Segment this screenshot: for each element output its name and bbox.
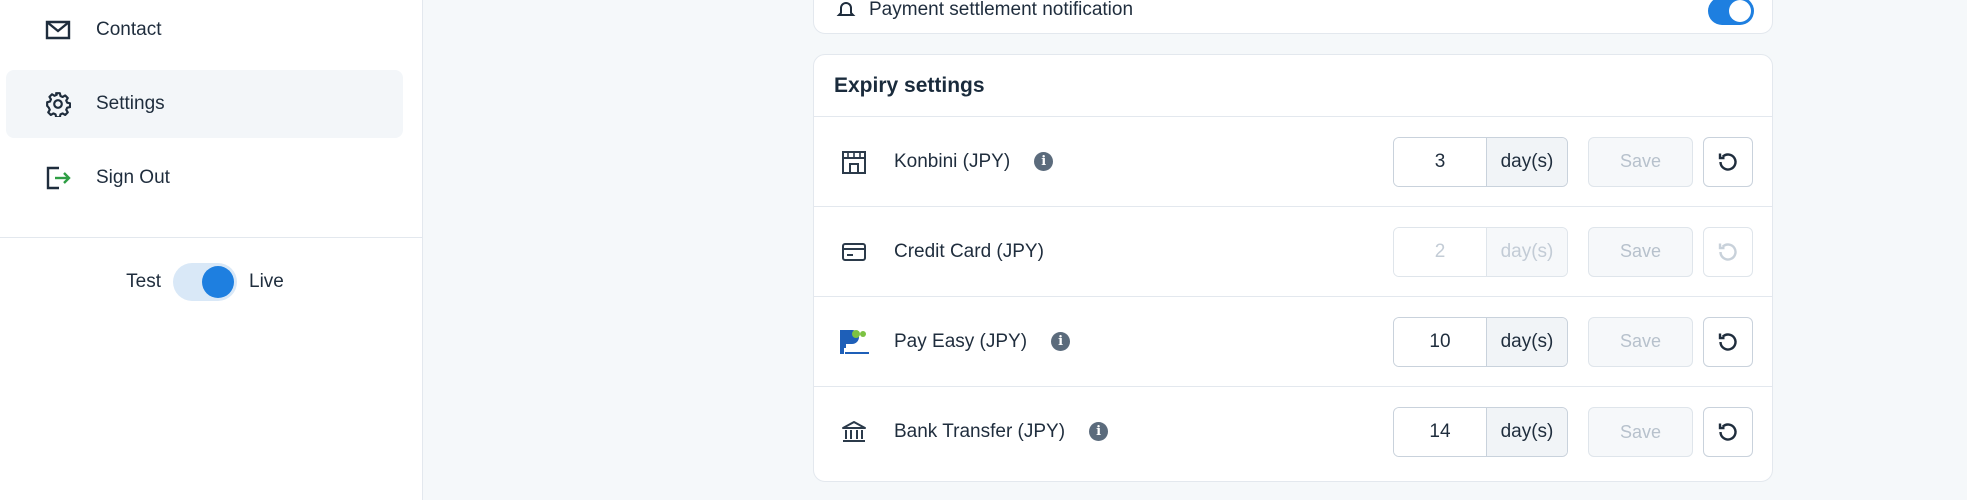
mode-test-label: Test <box>126 271 161 292</box>
bank-transfer-days-input[interactable] <box>1394 408 1486 456</box>
pay-easy-reset-button[interactable] <box>1703 316 1753 367</box>
mail-icon <box>44 16 72 44</box>
sign-out-icon <box>44 164 72 192</box>
payment-method-label: Pay Easy (JPY) i <box>894 330 1071 353</box>
pay-easy-logo-icon <box>836 324 872 360</box>
switch-knob <box>202 266 234 298</box>
sidebar-item-contact[interactable]: Contact <box>6 0 403 64</box>
notification-card: Payment settlement notification <box>813 0 1773 34</box>
expiry-days-input-group: day(s) <box>1393 226 1568 277</box>
days-unit-label: day(s) <box>1486 137 1567 186</box>
payment-method-label: Konbini (JPY) i <box>894 150 1054 173</box>
expiry-row-pay-easy: Pay Easy (JPY) i day(s) Save <box>814 297 1772 387</box>
days-unit-label: day(s) <box>1486 317 1567 366</box>
notification-label: Payment settlement notification <box>869 0 1134 20</box>
pay-easy-save-button[interactable]: Save <box>1588 316 1693 367</box>
info-icon[interactable]: i <box>1089 422 1109 442</box>
expiry-settings-card: Expiry settings Konbini (JPY) i day(s) Sa… <box>813 54 1773 482</box>
expiry-days-input-group: day(s) <box>1393 316 1568 367</box>
days-unit-label: day(s) <box>1486 227 1567 276</box>
store-icon <box>836 144 872 180</box>
credit-card-icon <box>836 234 872 270</box>
bank-transfer-label: Bank Transfer (JPY) <box>894 421 1066 442</box>
expiry-days-input-group: day(s) <box>1393 407 1568 457</box>
credit-card-label: Credit Card (JPY) <box>894 240 1044 262</box>
sidebar-item-label: Contact <box>96 19 162 40</box>
notification-toggle[interactable] <box>1708 0 1754 25</box>
konbini-reset-button[interactable] <box>1703 136 1753 187</box>
info-icon[interactable]: i <box>1034 151 1054 171</box>
konbini-label: Konbini (JPY) <box>894 150 1011 172</box>
konbini-save-button[interactable]: Save <box>1588 136 1693 187</box>
bank-icon <box>836 414 872 450</box>
bank-transfer-save-button[interactable]: Save <box>1588 407 1693 457</box>
expiry-row-konbini: Konbini (JPY) i day(s) Save <box>814 117 1772 207</box>
expiry-row-bank-transfer: Bank Transfer (JPY) i day(s) Save <box>814 387 1772 477</box>
sidebar-item-label: Sign Out <box>96 167 170 188</box>
sidebar: Contact Settings Sign Out Test Live <box>0 0 423 500</box>
reset-icon <box>1718 242 1737 261</box>
expiry-row-credit-card: Credit Card (JPY) day(s) Save <box>814 207 1772 297</box>
sidebar-item-sign-out[interactable]: Sign Out <box>6 144 403 212</box>
sidebar-item-label: Settings <box>96 93 165 114</box>
credit-card-save-button[interactable]: Save <box>1588 226 1693 277</box>
live-mode-switch[interactable] <box>173 263 237 301</box>
info-icon[interactable]: i <box>1051 331 1071 351</box>
reset-icon <box>1718 332 1737 351</box>
konbini-days-input[interactable] <box>1394 137 1486 186</box>
credit-card-reset-button[interactable] <box>1703 226 1753 277</box>
sidebar-item-settings[interactable]: Settings <box>6 70 403 138</box>
mode-toggle: Test Live <box>0 262 410 302</box>
card-title: Expiry settings <box>814 55 1772 117</box>
reset-icon <box>1718 423 1737 441</box>
bank-transfer-reset-button[interactable] <box>1703 407 1753 457</box>
mode-live-label: Live <box>249 271 284 292</box>
credit-card-days-input[interactable] <box>1394 227 1486 276</box>
days-unit-label: day(s) <box>1486 408 1567 456</box>
reset-icon <box>1718 152 1737 171</box>
pay-easy-label: Pay Easy (JPY) <box>894 330 1028 352</box>
payment-method-label: Bank Transfer (JPY) i <box>894 421 1109 443</box>
bell-icon <box>836 0 856 19</box>
expiry-days-input-group: day(s) <box>1393 136 1568 187</box>
sidebar-divider <box>0 237 423 238</box>
pay-easy-days-input[interactable] <box>1394 317 1486 366</box>
gear-icon <box>44 90 72 118</box>
